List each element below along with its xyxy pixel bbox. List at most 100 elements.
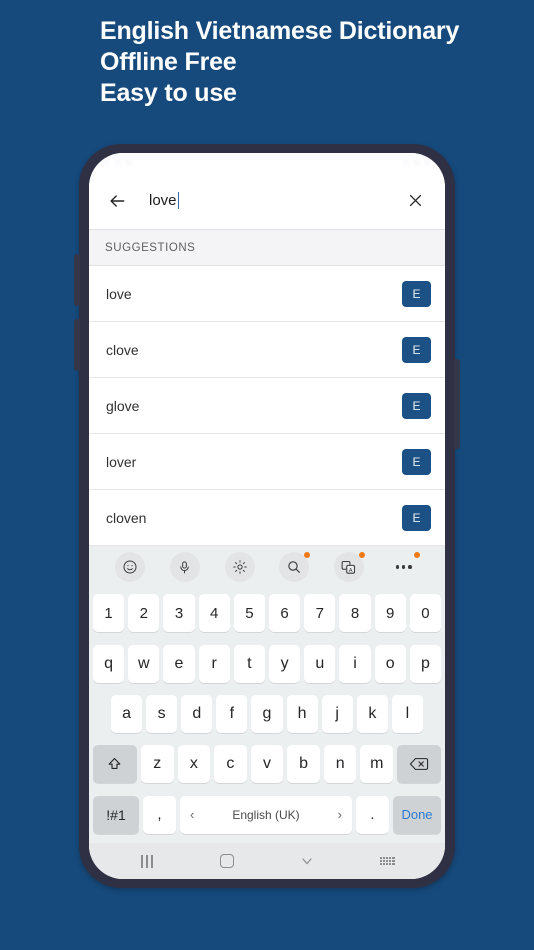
key-w[interactable]: w xyxy=(128,644,160,683)
status-icon xyxy=(103,159,110,166)
done-key[interactable]: Done xyxy=(393,795,441,834)
key-5[interactable]: 5 xyxy=(233,594,265,633)
volume-up-button[interactable] xyxy=(74,254,80,306)
system-navigation-bar xyxy=(89,843,445,879)
list-item[interactable]: cloven E xyxy=(89,490,445,546)
key-t[interactable]: t xyxy=(233,644,265,683)
key-1[interactable]: 1 xyxy=(92,594,125,633)
key-x[interactable]: x xyxy=(177,745,211,784)
on-screen-keyboard: A 1 2 3 4 5 6 7 8 9 0 q w e r t y u i o … xyxy=(89,546,445,879)
key-period[interactable]: . xyxy=(356,795,389,834)
key-i[interactable]: i xyxy=(339,644,371,683)
key-g[interactable]: g xyxy=(251,695,283,734)
promo-headline: English Vietnamese Dictionary Offline Fr… xyxy=(100,16,520,109)
backspace-icon[interactable] xyxy=(397,745,442,784)
key-y[interactable]: y xyxy=(269,644,301,683)
power-button[interactable] xyxy=(454,359,460,449)
suggestions-list: love E clove E glove E lover E cloven E xyxy=(89,266,445,546)
keyboard-row-bottom: z x c v b n m xyxy=(92,739,442,789)
recents-icon[interactable] xyxy=(127,848,167,874)
text-cursor xyxy=(177,192,180,209)
key-9[interactable]: 9 xyxy=(374,594,406,633)
chevron-down-icon[interactable] xyxy=(287,848,327,874)
translate-icon[interactable]: A xyxy=(333,552,365,582)
language-badge[interactable]: E xyxy=(402,448,431,475)
status-bar-left-icons xyxy=(103,159,132,166)
wifi-icon xyxy=(402,159,409,166)
notification-dot xyxy=(358,552,365,558)
symbols-key[interactable]: !#1 xyxy=(93,795,139,834)
close-icon[interactable] xyxy=(401,187,429,215)
list-item[interactable]: clove E xyxy=(89,322,445,378)
key-m[interactable]: m xyxy=(360,745,394,784)
key-v[interactable]: v xyxy=(250,745,284,784)
key-l[interactable]: l xyxy=(391,695,423,734)
key-q[interactable]: q xyxy=(92,644,125,683)
promo-headline-line-1: English Vietnamese Dictionary xyxy=(100,17,460,45)
language-badge[interactable]: E xyxy=(402,280,431,307)
search-input[interactable]: love xyxy=(131,172,401,229)
key-d[interactable]: d xyxy=(181,695,213,734)
key-a[interactable]: a xyxy=(111,695,143,734)
key-c[interactable]: c xyxy=(214,745,247,784)
shift-icon[interactable] xyxy=(92,745,137,784)
language-badge[interactable]: E xyxy=(402,336,431,363)
suggestion-word: glove xyxy=(106,397,140,414)
home-icon[interactable] xyxy=(207,848,247,874)
search-icon[interactable] xyxy=(279,552,311,582)
keyboard-toolbar: A xyxy=(89,546,445,588)
suggestion-word: love xyxy=(106,285,132,302)
language-badge[interactable]: E xyxy=(402,392,431,419)
emoji-icon[interactable] xyxy=(115,552,146,582)
list-item[interactable]: lover E xyxy=(89,434,445,490)
more-options-icon[interactable] xyxy=(389,552,420,582)
key-0[interactable]: 0 xyxy=(409,594,442,633)
key-3[interactable]: 3 xyxy=(163,594,195,633)
key-7[interactable]: 7 xyxy=(304,594,336,633)
keyboard-rows: 1 2 3 4 5 6 7 8 9 0 q w e r t y u i o p … xyxy=(89,588,445,843)
keyboard-icon[interactable] xyxy=(367,848,407,874)
list-item[interactable]: love E xyxy=(89,266,445,322)
space-key[interactable]: ‹ English (UK) › xyxy=(180,795,352,834)
suggestions-header: SUGGESTIONS xyxy=(89,229,445,266)
key-h[interactable]: h xyxy=(286,695,318,734)
key-4[interactable]: 4 xyxy=(198,594,230,633)
status-icon xyxy=(114,159,121,166)
key-n[interactable]: n xyxy=(323,745,357,784)
previous-language-icon[interactable]: ‹ xyxy=(190,807,194,822)
notification-dot xyxy=(413,552,420,558)
key-6[interactable]: 6 xyxy=(269,594,301,633)
key-k[interactable]: k xyxy=(356,695,388,734)
keyboard-row-space: !#1 , ‹ English (UK) › . Done xyxy=(93,790,441,840)
next-language-icon[interactable]: › xyxy=(338,807,342,822)
key-b[interactable]: b xyxy=(287,745,320,784)
promo-screenshot: English Vietnamese Dictionary Offline Fr… xyxy=(0,0,534,950)
language-badge[interactable]: E xyxy=(402,504,431,531)
keyboard-row-home: a s d f g h j k l xyxy=(93,689,441,739)
battery-icon xyxy=(424,159,431,166)
key-r[interactable]: r xyxy=(198,644,230,683)
key-comma[interactable]: , xyxy=(143,795,176,834)
status-bar xyxy=(89,153,445,172)
notification-dot xyxy=(304,552,311,558)
key-p[interactable]: p xyxy=(409,644,442,683)
key-u[interactable]: u xyxy=(304,644,336,683)
key-2[interactable]: 2 xyxy=(128,594,160,633)
svg-text:A: A xyxy=(349,567,353,573)
settings-gear-icon[interactable] xyxy=(224,552,255,582)
keyboard-row-numbers: 1 2 3 4 5 6 7 8 9 0 xyxy=(92,588,442,638)
key-j[interactable]: j xyxy=(321,695,353,734)
phone-frame: love SUGGESTIONS love E clove E glove E … xyxy=(74,144,460,888)
microphone-icon[interactable] xyxy=(169,552,200,582)
key-8[interactable]: 8 xyxy=(339,594,371,633)
list-item[interactable]: glove E xyxy=(89,378,445,434)
suggestion-word: clove xyxy=(106,341,139,358)
back-arrow-icon[interactable] xyxy=(103,187,131,215)
key-e[interactable]: e xyxy=(163,644,195,683)
key-f[interactable]: f xyxy=(216,695,248,734)
key-s[interactable]: s xyxy=(146,695,178,734)
key-o[interactable]: o xyxy=(374,644,406,683)
volume-down-button[interactable] xyxy=(74,319,80,371)
key-z[interactable]: z xyxy=(140,745,174,784)
search-input-value: love xyxy=(149,192,177,209)
